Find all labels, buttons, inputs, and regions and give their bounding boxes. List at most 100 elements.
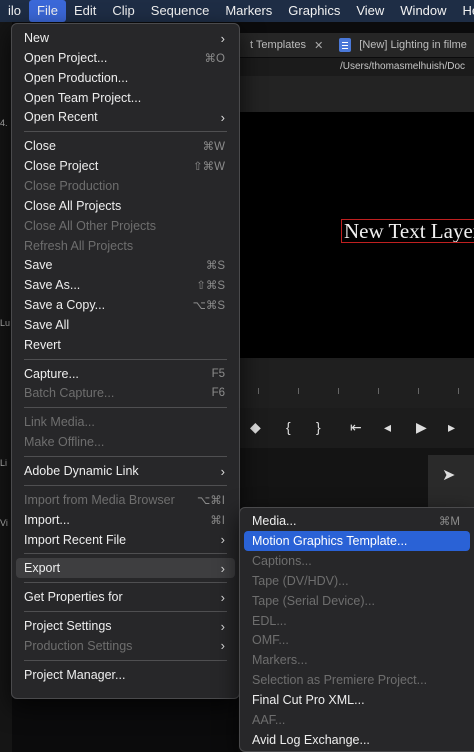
export-item-edl: EDL... bbox=[244, 611, 470, 631]
file-menu-item-close[interactable]: Close ⌘W bbox=[16, 136, 235, 156]
file-menu-item-import-recent-file[interactable]: Import Recent File › bbox=[16, 530, 235, 550]
menu-item-label: Captions... bbox=[252, 553, 312, 568]
export-item-motion-graphics-template[interactable]: Motion Graphics Template... bbox=[244, 530, 470, 551]
play-icon[interactable]: ▶ bbox=[416, 419, 427, 436]
menu-item-label: Link Media... bbox=[24, 415, 95, 430]
export-item-media[interactable]: Media... ⌘M bbox=[244, 511, 470, 531]
left-fragment: Vi bbox=[0, 518, 8, 528]
close-tab-icon[interactable]: ✕ bbox=[314, 39, 323, 52]
shortcut-label: ⌘S bbox=[205, 260, 225, 273]
menu-item-label: Close Project bbox=[24, 159, 99, 174]
file-menu-item-save-a-copy[interactable]: Save a Copy... ⌥⌘S bbox=[16, 295, 235, 315]
go-to-in-icon[interactable]: ⇤ bbox=[350, 419, 362, 436]
file-menu-item-revert[interactable]: Revert bbox=[16, 335, 235, 355]
file-menu-item-close-all-projects[interactable]: Close All Projects bbox=[16, 196, 235, 216]
file-menu-item-close-production: Close Production bbox=[16, 176, 235, 196]
menu-item-label: Batch Capture... bbox=[24, 386, 115, 401]
menu-separator bbox=[24, 407, 227, 409]
menu-item-label: Close bbox=[24, 139, 56, 154]
file-menu-item-export[interactable]: Export › bbox=[16, 558, 235, 579]
shortcut-label: F6 bbox=[211, 387, 225, 400]
chevron-right-icon: › bbox=[220, 30, 225, 46]
menubar-item-edit[interactable]: Edit bbox=[66, 0, 104, 22]
menubar-item-graphics[interactable]: Graphics bbox=[280, 0, 348, 22]
marker-icon[interactable]: ◆ bbox=[250, 419, 261, 436]
tab-lighting[interactable]: [New] Lighting in filme bbox=[351, 39, 467, 51]
menu-item-label: Import from Media Browser bbox=[24, 492, 175, 507]
export-item-selection-as-premiere-project: Selection as Premiere Project... bbox=[244, 670, 470, 690]
chevron-right-icon: › bbox=[220, 463, 225, 479]
menu-item-label: OMF... bbox=[252, 633, 289, 648]
export-item-markers: Markers... bbox=[244, 650, 470, 670]
menu-item-label: Adobe Dynamic Link bbox=[24, 464, 139, 478]
tab-templates[interactable]: t Templates bbox=[238, 39, 306, 51]
chevron-right-icon: › bbox=[220, 618, 225, 634]
menu-bar: ilo File Edit Clip Sequence Markers Graphics Vi… bbox=[0, 0, 474, 22]
file-menu-item-open-production[interactable]: Open Production... bbox=[16, 68, 235, 88]
shortcut-label: ⌘I bbox=[210, 514, 225, 527]
panel-header bbox=[238, 76, 474, 112]
chevron-right-icon: › bbox=[220, 109, 225, 125]
export-item-final-cut-pro-xml[interactable]: Final Cut Pro XML... bbox=[244, 690, 470, 710]
file-menu-item-open-team-project[interactable]: Open Team Project... bbox=[16, 88, 235, 108]
file-menu-item-close-all-other-projects: Close All Other Projects bbox=[16, 216, 235, 236]
file-menu-item-save-as[interactable]: Save As... ⇧⌘S bbox=[16, 275, 235, 295]
file-menu-item-save[interactable]: Save ⌘S bbox=[16, 255, 235, 275]
step-back-icon[interactable]: ◂ bbox=[384, 419, 391, 436]
file-menu-item-get-properties-for[interactable]: Get Properties for › bbox=[16, 587, 235, 607]
text-layer[interactable]: New Text Layer bbox=[341, 219, 474, 243]
monitor-ruler[interactable] bbox=[238, 358, 474, 408]
file-menu-item-capture[interactable]: Capture... F5 bbox=[16, 364, 235, 384]
menu-item-label: Close All Other Projects bbox=[24, 218, 156, 233]
menu-item-label: Close Production bbox=[24, 178, 120, 193]
file-menu-item-new[interactable]: New › bbox=[16, 28, 235, 48]
menu-item-label: Project Settings bbox=[24, 619, 112, 634]
menubar-item-view[interactable]: View bbox=[348, 0, 392, 22]
menubar-item-ilo[interactable]: ilo bbox=[0, 0, 29, 22]
file-menu-item-adobe-dynamic-link[interactable]: Adobe Dynamic Link › bbox=[16, 461, 235, 481]
file-menu-item-refresh-all-projects: Refresh All Projects bbox=[16, 236, 235, 256]
file-menu-item-close-project[interactable]: Close Project ⇧⌘W bbox=[16, 156, 235, 176]
menu-item-label: Tape (DV/HDV)... bbox=[252, 573, 349, 588]
file-menu-item-open-recent[interactable]: Open Recent › bbox=[16, 107, 235, 127]
menu-separator bbox=[24, 553, 227, 555]
menu-item-label: Import Recent File bbox=[24, 532, 127, 547]
menubar-item-markers[interactable]: Markers bbox=[217, 0, 280, 22]
export-item-tape-dv-hdv: Tape (DV/HDV)... bbox=[244, 571, 470, 591]
file-menu-item-production-settings: Production Settings › bbox=[16, 636, 235, 656]
file-menu-item-make-offline: Make Offline... bbox=[16, 432, 235, 452]
shortcut-label: ⌥⌘S bbox=[192, 300, 225, 313]
chevron-right-icon: › bbox=[220, 532, 225, 548]
menubar-item-sequence[interactable]: Sequence bbox=[143, 0, 218, 22]
file-menu-item-save-all[interactable]: Save All bbox=[16, 315, 235, 335]
menu-separator bbox=[24, 659, 227, 661]
menu-item-label: Open Production... bbox=[24, 70, 129, 85]
document-tab-bar: t Templates ✕ [New] Lighting in filme bbox=[238, 33, 474, 57]
menu-item-label: Tape (Serial Device)... bbox=[252, 593, 375, 608]
file-menu-item-import[interactable]: Import... ⌘I bbox=[16, 510, 235, 530]
menubar-item-window[interactable]: Window bbox=[392, 0, 454, 22]
menu-item-label: AAF... bbox=[252, 713, 286, 727]
selection-tool-icon[interactable]: ➤ bbox=[442, 465, 455, 485]
file-menu-item-project-manager[interactable]: Project Manager... bbox=[16, 665, 235, 685]
step-forward-icon[interactable]: ▸ bbox=[448, 419, 455, 436]
export-item-tape-serial-device: Tape (Serial Device)... bbox=[244, 591, 470, 611]
file-path: /Users/thomasmelhuish/Doc bbox=[238, 58, 474, 76]
menubar-item-clip[interactable]: Clip bbox=[104, 0, 142, 22]
file-menu-item-project-settings[interactable]: Project Settings › bbox=[16, 616, 235, 636]
menubar-item-help[interactable]: Help bbox=[455, 0, 474, 22]
menu-item-label: Close All Projects bbox=[24, 198, 122, 213]
menu-item-label: Project Manager... bbox=[24, 667, 126, 682]
mark-out-icon[interactable]: } bbox=[316, 419, 321, 435]
export-item-avid-log-exchange[interactable]: Avid Log Exchange... bbox=[244, 730, 470, 750]
shortcut-label: F5 bbox=[211, 367, 225, 380]
shortcut-label: ⌥⌘I bbox=[197, 494, 225, 507]
menu-item-label: New bbox=[24, 31, 50, 45]
shortcut-label: ⌘W bbox=[202, 141, 225, 154]
menu-item-label: Export bbox=[24, 561, 61, 576]
menu-item-label: EDL... bbox=[252, 613, 287, 628]
mark-in-icon[interactable]: { bbox=[286, 419, 291, 435]
file-menu-item-link-media: Link Media... bbox=[16, 412, 235, 432]
file-menu-item-open-project[interactable]: Open Project... ⌘O bbox=[16, 48, 235, 68]
menubar-item-file[interactable]: File bbox=[29, 0, 66, 22]
